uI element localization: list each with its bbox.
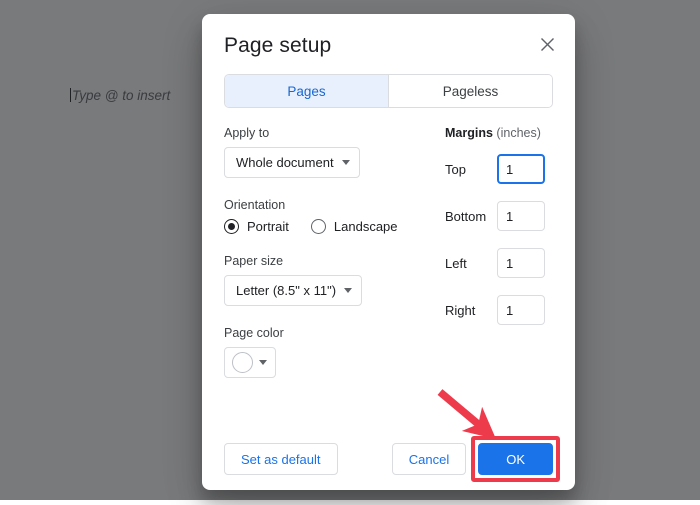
apply-to-select[interactable]: Whole document: [224, 147, 360, 178]
radio-portrait-label: Portrait: [247, 219, 289, 234]
settings-column: Apply to Whole document Orientation Port…: [224, 126, 429, 398]
paper-size-value: Letter (8.5" x 11"): [236, 283, 337, 298]
radio-landscape[interactable]: Landscape: [310, 219, 398, 234]
margin-left-label: Left: [445, 255, 467, 271]
chevron-down-icon: [344, 288, 353, 293]
margin-row-right: Right: [445, 295, 553, 325]
margin-left-input[interactable]: [497, 248, 545, 278]
apply-to-value: Whole document: [236, 155, 334, 170]
margins-column: Margins (inches) Top Bottom Left Right: [429, 126, 553, 398]
dialog-body: Apply to Whole document Orientation Port…: [202, 126, 575, 398]
chevron-down-icon: [341, 160, 350, 165]
margin-right-label: Right: [445, 302, 476, 318]
page-color-label: Page color: [224, 326, 284, 340]
orientation-label: Orientation: [224, 198, 286, 212]
margin-right-input[interactable]: [497, 295, 545, 325]
paper-size-label: Paper size: [224, 254, 284, 268]
page-color-picker[interactable]: [224, 347, 276, 378]
dialog-header: Page setup: [202, 14, 575, 58]
ok-button[interactable]: OK: [478, 443, 553, 475]
margin-row-left: Left: [445, 248, 553, 278]
margin-bottom-label: Bottom: [445, 208, 487, 224]
radio-landscape-label: Landscape: [333, 219, 398, 234]
ok-button-wrapper: OK: [471, 436, 560, 482]
margin-row-bottom: Bottom: [445, 201, 553, 231]
margin-bottom-input[interactable]: [497, 201, 545, 231]
set-as-default-button[interactable]: Set as default: [224, 443, 338, 475]
paper-size-group: Paper size Letter (8.5" x 11"): [224, 254, 429, 306]
margins-title-text: Margins: [445, 126, 493, 140]
page-title: Page setup: [224, 34, 332, 57]
margin-top-input[interactable]: [497, 154, 545, 184]
page-color-group: Page color: [224, 326, 429, 378]
dialog-footer: Set as default Cancel OK: [202, 428, 575, 490]
apply-to-group: Apply to Whole document: [224, 126, 429, 178]
tab-pages[interactable]: Pages: [225, 75, 388, 107]
tab-pageless[interactable]: Pageless: [388, 75, 552, 107]
color-swatch: [232, 352, 253, 373]
margin-top-label: Top: [445, 161, 466, 177]
close-icon[interactable]: [533, 30, 561, 58]
margins-heading: Margins (inches): [445, 126, 553, 140]
page-setup-dialog: Page setup Pages Pageless Apply to Whole…: [202, 14, 575, 490]
radio-landscape-indicator: [310, 219, 326, 234]
margin-row-top: Top: [445, 154, 553, 184]
radio-portrait[interactable]: Portrait: [224, 219, 289, 234]
margins-units-text: (inches): [496, 126, 541, 140]
layout-tabs: Pages Pageless: [224, 74, 553, 108]
paper-size-select[interactable]: Letter (8.5" x 11"): [224, 275, 363, 306]
orientation-group: Orientation Portrait Landscape: [224, 198, 429, 234]
chevron-down-icon: [259, 360, 267, 365]
cancel-button[interactable]: Cancel: [391, 443, 467, 475]
radio-portrait-indicator: [224, 219, 239, 234]
apply-to-label: Apply to: [224, 126, 270, 140]
